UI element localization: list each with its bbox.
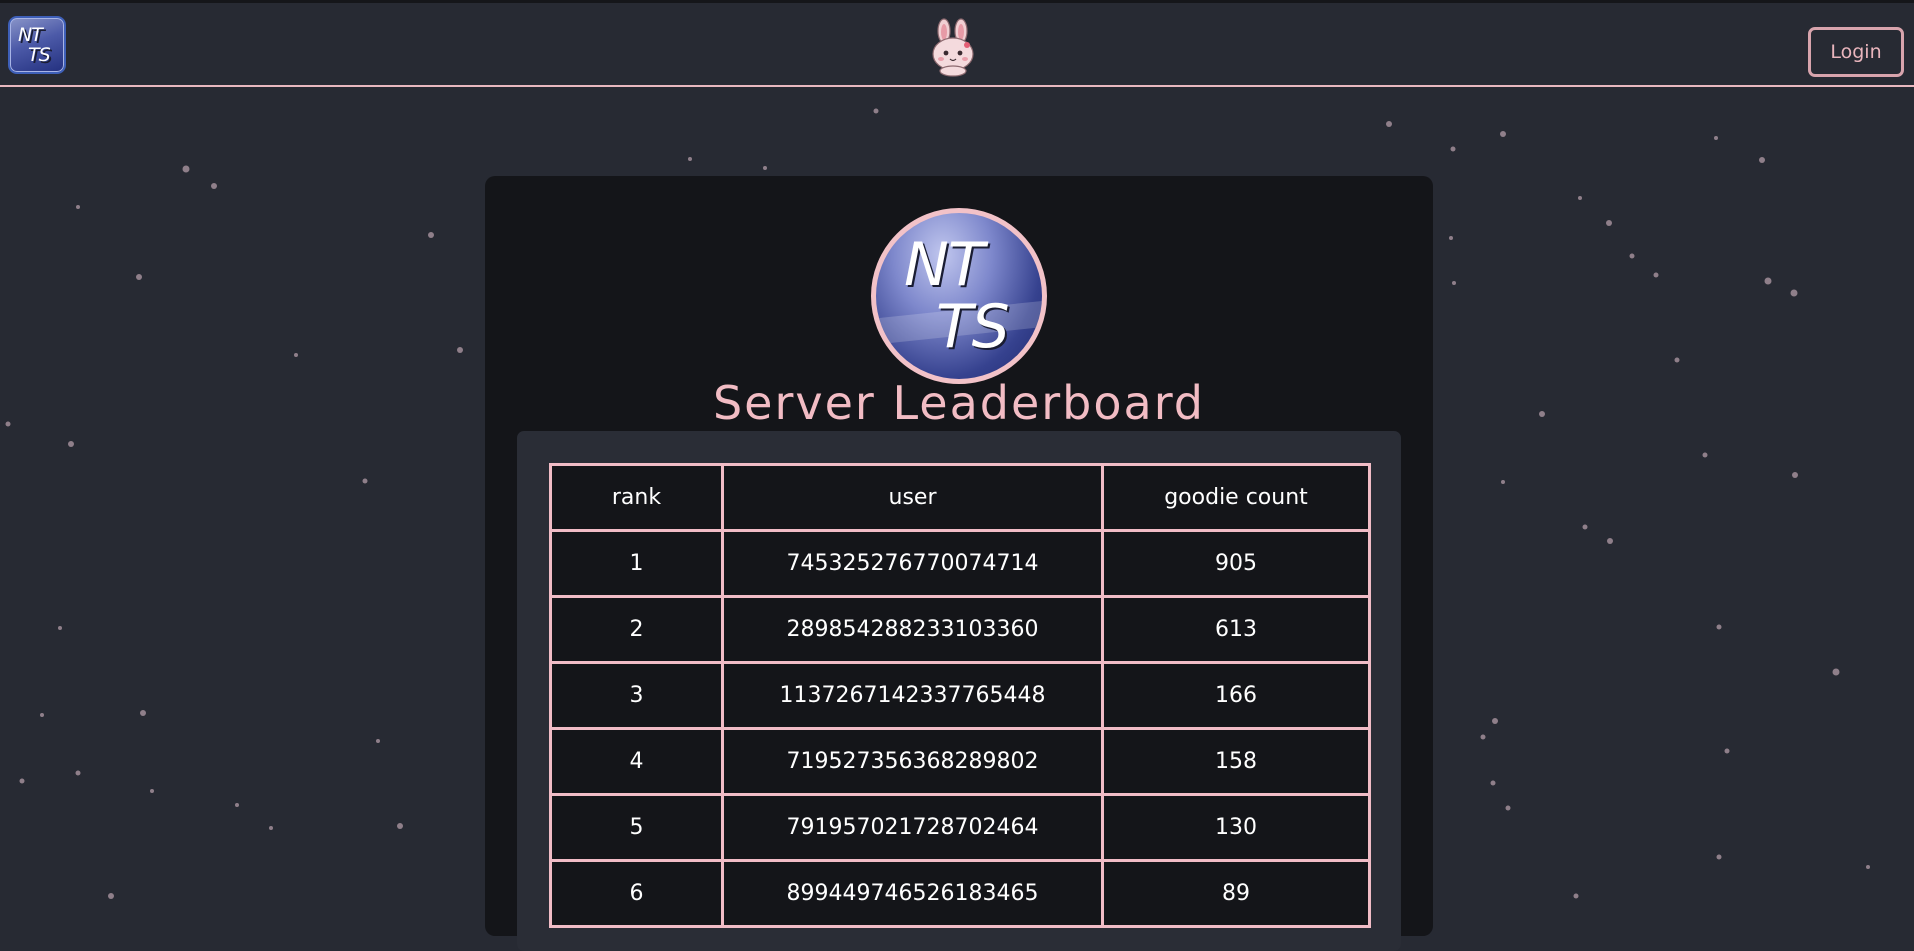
user-cell: 1137267142337765448 — [721, 661, 1104, 730]
logo-text-bottom: TS — [28, 44, 51, 66]
table-row: 6 899449746526183465 89 — [549, 859, 1371, 928]
table-row: 5 791957021728702464 130 — [549, 793, 1371, 862]
user-cell: 719527356368289802 — [721, 727, 1104, 796]
hero-logo-text-top: NT — [904, 230, 985, 300]
logo-text-top: NT — [18, 24, 43, 46]
table-header-row: rank user goodie count — [549, 463, 1371, 532]
table-row: 4 719527356368289802 158 — [549, 727, 1371, 796]
table-row: 3 1137267142337765448 166 — [549, 661, 1371, 730]
rank-cell: 5 — [549, 793, 724, 862]
goodie-count-cell: 166 — [1101, 661, 1371, 730]
goodie-count-cell: 613 — [1101, 595, 1371, 664]
column-header-rank: rank — [549, 463, 724, 532]
rank-cell: 6 — [549, 859, 724, 928]
rank-cell: 3 — [549, 661, 724, 730]
rank-cell: 4 — [549, 727, 724, 796]
goodie-count-cell: 89 — [1101, 859, 1371, 928]
column-header-user: user — [721, 463, 1104, 532]
leaderboard-table: rank user goodie count 1 745325276770074… — [549, 463, 1371, 928]
top-navbar: NT TS Login — [0, 0, 1914, 87]
user-cell: 899449746526183465 — [721, 859, 1104, 928]
bunny-icon — [932, 18, 974, 77]
goodie-count-cell: 130 — [1101, 793, 1371, 862]
table-row: 1 745325276770074714 905 — [549, 529, 1371, 598]
rank-cell: 1 — [549, 529, 724, 598]
table-row: 2 289854288233103360 613 — [549, 595, 1371, 664]
user-cell: 791957021728702464 — [721, 793, 1104, 862]
rank-cell: 2 — [549, 595, 724, 664]
page-title: Server Leaderboard — [712, 376, 1206, 430]
user-cell: 745325276770074714 — [721, 529, 1104, 598]
login-button[interactable]: Login — [1808, 27, 1904, 77]
site-logo[interactable]: NT TS — [8, 16, 66, 74]
user-cell: 289854288233103360 — [721, 595, 1104, 664]
column-header-goodie-count: goodie count — [1101, 463, 1371, 532]
hero-logo-text-bottom: TS — [936, 292, 1010, 362]
goodie-count-cell: 905 — [1101, 529, 1371, 598]
hero-logo: NT TS — [871, 208, 1047, 384]
goodie-count-cell: 158 — [1101, 727, 1371, 796]
